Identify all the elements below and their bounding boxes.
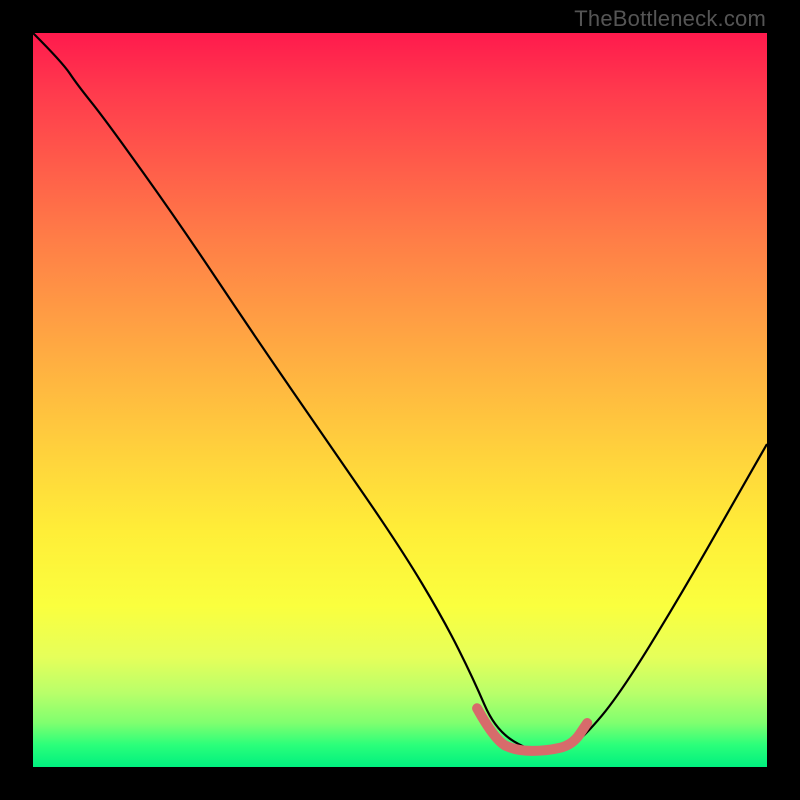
main-curve: [33, 33, 767, 752]
chart-frame: TheBottleneck.com: [0, 0, 800, 800]
highlight-curve: [477, 708, 587, 751]
curve-layer: [33, 33, 767, 767]
watermark-text: TheBottleneck.com: [574, 6, 766, 32]
